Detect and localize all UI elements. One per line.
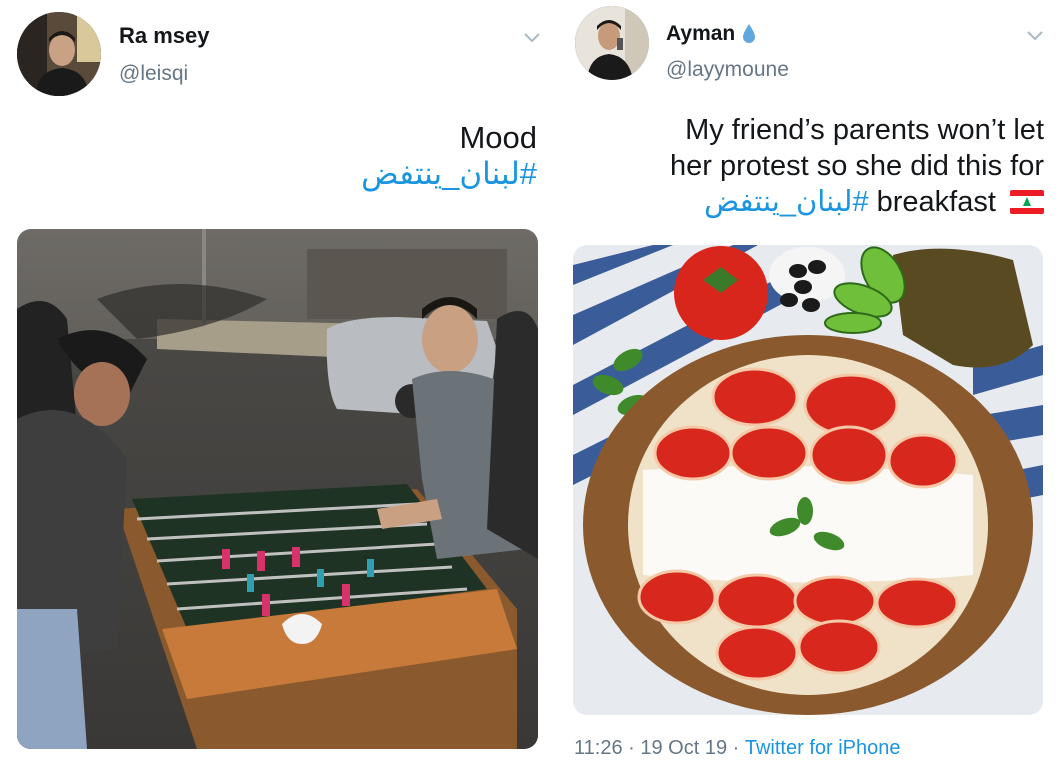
tweet-text: Mood #لبنان_ينتفض bbox=[361, 120, 537, 192]
tweet-source-link[interactable]: Twitter for iPhone bbox=[745, 737, 901, 760]
chevron-down-icon[interactable] bbox=[1024, 24, 1046, 46]
display-name[interactable]: Ra msey bbox=[119, 23, 210, 49]
avatar[interactable] bbox=[17, 12, 101, 96]
tweet-left: Ra msey @leisqi Mood #لبنان_ينتفض bbox=[0, 0, 553, 768]
water-drop-icon bbox=[743, 24, 756, 43]
tweet-text: My friend’s parents won’t let her protes… bbox=[670, 112, 1044, 220]
separator: · bbox=[622, 737, 641, 759]
user-handle[interactable]: @leisqi bbox=[119, 62, 188, 86]
tweet-text-line: Mood bbox=[459, 120, 537, 155]
tweet-media-photo[interactable] bbox=[17, 229, 538, 749]
tweet-text-line: her protest so she did this for bbox=[670, 150, 1044, 182]
chevron-down-icon[interactable] bbox=[521, 26, 543, 48]
foosball-photo-icon bbox=[17, 229, 538, 749]
breakfast-photo-icon bbox=[573, 245, 1043, 715]
hashtag-link[interactable]: #لبنان_ينتفض bbox=[361, 156, 537, 192]
tweet-media-photo[interactable] bbox=[573, 245, 1043, 715]
tweet-text-line: My friend’s parents won’t let bbox=[685, 114, 1044, 146]
user-avatar-icon bbox=[17, 12, 101, 96]
avatar[interactable] bbox=[575, 6, 649, 80]
separator: · bbox=[727, 737, 745, 759]
display-name[interactable]: Ayman bbox=[666, 22, 735, 46]
tweet-text-line: #لبنان_ينتفض breakfast bbox=[670, 184, 1044, 220]
tweet-text-word: breakfast bbox=[876, 186, 996, 218]
user-avatar-icon bbox=[575, 6, 649, 80]
hashtag-link[interactable]: #لبنان_ينتفض bbox=[704, 186, 869, 218]
tweet-meta: 11:26 · 19 Oct 19 · Twitter for iPhone bbox=[574, 737, 900, 760]
lebanon-flag-icon bbox=[1010, 190, 1044, 214]
tweet-right: Ayman @layymoune My friend’s parents won… bbox=[557, 0, 1060, 768]
tweet-time[interactable]: 11:26 bbox=[574, 737, 623, 760]
tweet-date[interactable]: 19 Oct 19 bbox=[640, 737, 727, 760]
user-handle[interactable]: @layymoune bbox=[666, 58, 789, 82]
